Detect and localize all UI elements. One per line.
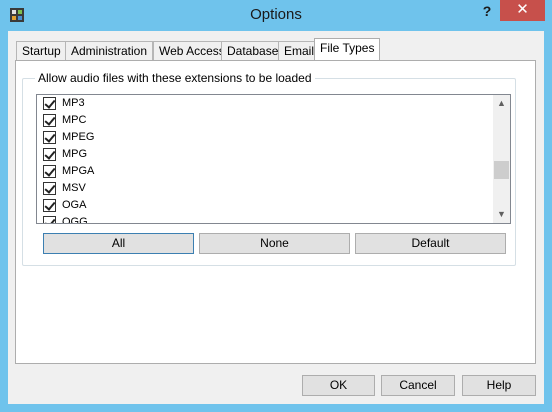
extension-label: OGG [62, 216, 88, 224]
list-item[interactable]: MPEG [37, 129, 510, 146]
client-area: Startup Administration Web Access Databa… [8, 31, 544, 404]
tab-administration[interactable]: Administration [65, 41, 154, 60]
restore-default-button[interactable]: Default [355, 233, 506, 254]
extension-label: MPGA [62, 165, 95, 177]
scroll-thumb[interactable] [494, 161, 509, 179]
title-bar[interactable]: Options ? ✕ [0, 0, 552, 31]
checkbox[interactable] [43, 131, 56, 144]
checkbox[interactable] [43, 165, 56, 178]
scroll-up-arrow-icon[interactable]: ▲ [493, 95, 510, 112]
list-item[interactable]: MPC [37, 112, 510, 129]
list-item[interactable]: OGA [37, 197, 510, 214]
checkbox[interactable] [43, 148, 56, 161]
select-all-button[interactable]: All [43, 233, 194, 254]
checkbox[interactable] [43, 97, 56, 110]
extension-label: MP3 [62, 97, 85, 109]
list-item[interactable]: MSV [37, 180, 510, 197]
title-help-button[interactable]: ? [474, 0, 500, 22]
list-item[interactable]: MPG [37, 146, 510, 163]
extension-label: MSV [62, 182, 86, 194]
vertical-scrollbar[interactable]: ▲ ▼ [493, 95, 510, 223]
list-item[interactable]: OGG [37, 214, 510, 224]
options-dialog: Options ? ✕ Startup Administration Web A… [0, 0, 552, 412]
extension-label: MPEG [62, 131, 95, 143]
tab-database[interactable]: Database [221, 41, 285, 60]
close-button[interactable]: ✕ [500, 0, 545, 21]
extensions-list[interactable]: MP3 MPC MPEG MPG MPGA MSV OGA OGG ▲ ▼ [36, 94, 511, 224]
tab-file-types[interactable]: File Types [314, 38, 381, 60]
list-item[interactable]: MPGA [37, 163, 510, 180]
checkbox[interactable] [43, 199, 56, 212]
checkbox[interactable] [43, 114, 56, 127]
extension-label: MPG [62, 148, 88, 160]
ok-button[interactable]: OK [302, 375, 375, 396]
extension-label: OGA [62, 199, 87, 211]
group-label: Allow audio files with these extensions … [35, 71, 315, 85]
checkbox[interactable] [43, 216, 56, 223]
list-item[interactable]: MP3 [37, 95, 510, 112]
cancel-button[interactable]: Cancel [381, 375, 455, 396]
tab-startup[interactable]: Startup [16, 41, 67, 60]
tab-web-access[interactable]: Web Access [153, 41, 231, 60]
scroll-down-arrow-icon[interactable]: ▼ [493, 206, 510, 223]
help-button[interactable]: Help [462, 375, 536, 396]
extension-label: MPC [62, 114, 87, 126]
select-none-button[interactable]: None [199, 233, 350, 254]
window-title: Options [250, 6, 302, 23]
checkbox[interactable] [43, 182, 56, 195]
